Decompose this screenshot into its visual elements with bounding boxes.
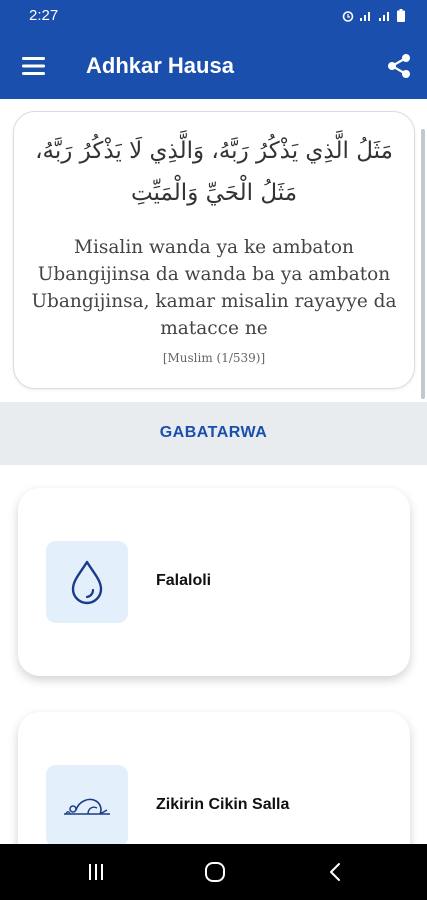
status-icons [342, 9, 405, 22]
icon-tile [46, 765, 128, 844]
app-title: Adhkar Hausa [86, 53, 234, 78]
prostration-icon [64, 798, 110, 815]
alarm-icon [342, 10, 354, 22]
hadith-reference: [Muslim (1/539)] [162, 351, 266, 365]
main-content[interactable]: مَثَلُ الَّذِي يَذْكُرُ رَبَّهُ، وَالَّذ… [0, 99, 427, 844]
share-icon [388, 54, 410, 78]
home-button[interactable] [203, 860, 227, 884]
battery-icon [397, 9, 405, 22]
home-icon [205, 862, 225, 882]
section-header: GABATARWA [0, 402, 427, 465]
menu-button[interactable] [22, 55, 46, 77]
section-label: GABATARWA [159, 424, 268, 441]
arabic-text: مَثَلُ الَّذِي يَذْكُرُ رَبَّهُ، وَالَّذ… [35, 138, 393, 206]
hamburger-icon [22, 57, 45, 75]
status-time: 2:27 [29, 7, 59, 24]
recent-apps-icon [89, 864, 103, 880]
back-button[interactable] [324, 860, 348, 884]
signal-icon [379, 11, 389, 21]
water-drop-icon [71, 560, 103, 605]
item-label: Zikirin Cikin Salla [156, 796, 290, 813]
recent-apps-button[interactable] [84, 860, 108, 884]
list-item-zikirin-cikin-salla[interactable]: Zikirin Cikin Salla [18, 712, 410, 844]
hadith-card: مَثَلُ الَّذِي يَذْكُرُ رَبَّهُ، وَالَّذ… [13, 111, 415, 389]
signal-icon [360, 11, 370, 21]
system-nav-bar [0, 844, 427, 900]
item-label: Falaloli [156, 572, 212, 589]
status-bar: 2:27 [0, 0, 427, 33]
hausa-translation: Misalin wanda ya ke ambaton Ubangijinsa … [31, 237, 397, 339]
app-bar: Adhkar Hausa [0, 33, 427, 99]
list-item-falaloli[interactable]: Falaloli [18, 488, 410, 676]
back-icon [330, 863, 340, 881]
scrollbar[interactable] [421, 129, 425, 399]
share-button[interactable] [386, 53, 412, 79]
icon-tile [46, 541, 128, 623]
